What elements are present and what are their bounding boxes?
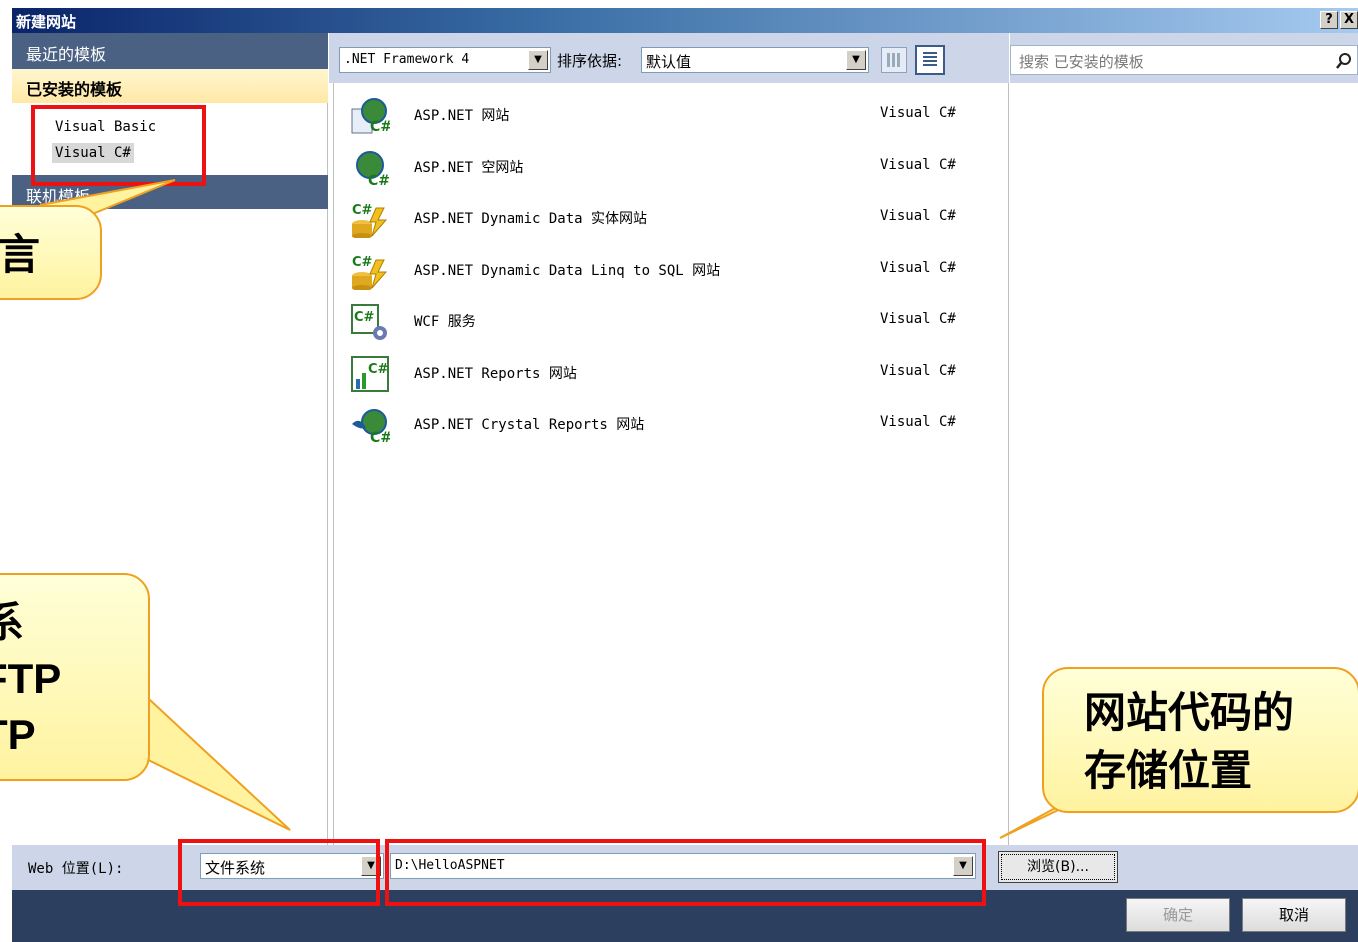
callout-text: 言 <box>0 231 41 278</box>
location-type-callout: 系 FTP TP <box>0 573 150 781</box>
storage-callout: 网站代码的 存储位置 <box>1042 667 1358 813</box>
callout-text: 网站代码的 <box>1084 689 1295 736</box>
callout-text: TP <box>0 711 36 758</box>
callout-text: FTP <box>0 655 62 702</box>
callout-text: 系 <box>0 595 24 651</box>
language-callout: 言 <box>0 205 102 300</box>
callout-text: 存储位置 <box>1084 747 1253 794</box>
